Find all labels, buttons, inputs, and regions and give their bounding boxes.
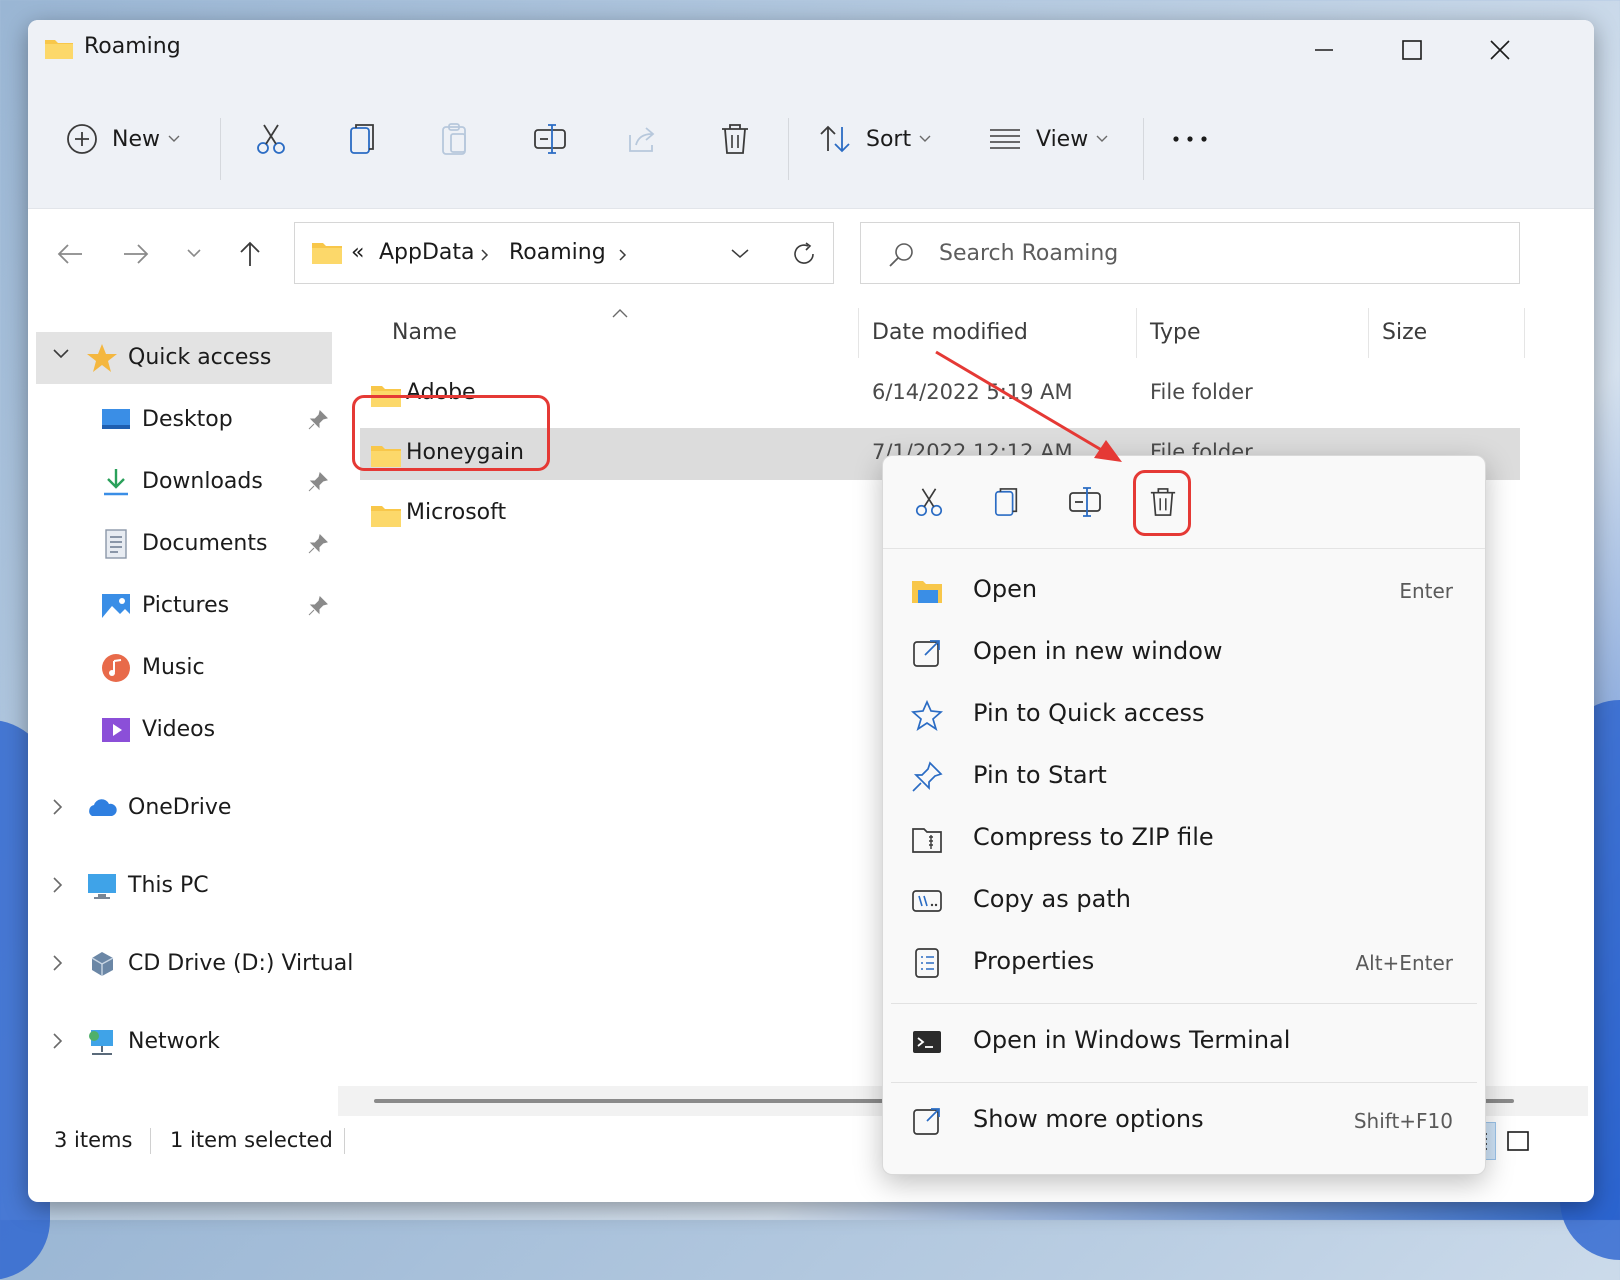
annotation-arrow (935, 350, 1122, 462)
